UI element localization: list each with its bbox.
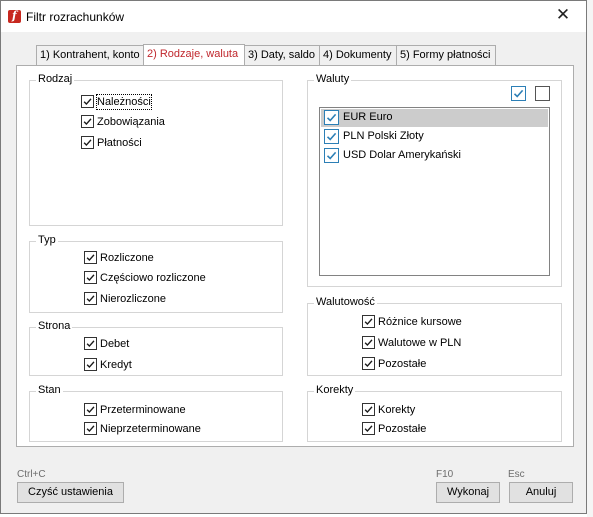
checkbox-box[interactable] bbox=[362, 422, 375, 435]
tab-daty-saldo[interactable]: 3) Daty, saldo bbox=[244, 45, 320, 65]
group-typ: Typ Rozliczone Częściowo rozliczone Nier… bbox=[29, 234, 283, 313]
checkbox-label: Debet bbox=[100, 338, 130, 350]
tab-panel: Rodzaj Należności Zobowiązania Płatności… bbox=[16, 65, 574, 447]
check-mark-icon bbox=[83, 139, 92, 147]
group-label-walutowosc: Walutowość bbox=[314, 296, 377, 308]
check-mark-icon bbox=[326, 113, 337, 122]
checkbox-box[interactable] bbox=[84, 251, 97, 264]
checkbox-box[interactable] bbox=[362, 357, 375, 370]
execute-shortcut-label: F10 bbox=[436, 469, 454, 480]
currency-item-pln[interactable]: PLN Polski Złoty bbox=[321, 128, 548, 146]
checkbox-label: Przeterminowane bbox=[100, 404, 186, 416]
background-strip bbox=[587, 0, 593, 517]
checkbox-box[interactable] bbox=[362, 315, 375, 328]
currency-item-usd[interactable]: USD Dolar Amerykański bbox=[321, 147, 548, 165]
check-mark-icon bbox=[86, 254, 95, 262]
checkbox-label: Zobowiązania bbox=[97, 116, 165, 128]
clear-shortcut-label: Ctrl+C bbox=[17, 469, 46, 480]
app-logo-icon bbox=[8, 9, 21, 23]
group-label-strona: Strona bbox=[36, 320, 73, 332]
group-label-stan: Stan bbox=[36, 384, 63, 396]
check-mark-icon bbox=[364, 360, 373, 368]
filter-dialog: Filtr rozrachunków ✕ 1) Kontrahent, kont… bbox=[0, 0, 587, 514]
select-all-currencies-checkbox[interactable] bbox=[511, 86, 526, 101]
checkbox-box[interactable] bbox=[81, 136, 94, 149]
group-stan: Stan Przeterminowane Nieprzeterminowane bbox=[29, 384, 283, 442]
currency-label: PLN Polski Złoty bbox=[343, 130, 424, 142]
check-mark-icon bbox=[83, 98, 92, 106]
checkbox-label: Kredyt bbox=[100, 359, 132, 371]
checkbox-box[interactable] bbox=[84, 271, 97, 284]
check-mark-icon bbox=[86, 274, 95, 282]
checkbox-label: Nieprzeterminowane bbox=[100, 423, 201, 435]
currency-list[interactable]: EUR Euro PLN Polski Złoty USD Dolar Amer… bbox=[319, 107, 550, 276]
check-mark-icon bbox=[364, 339, 373, 347]
check-mark-icon bbox=[86, 425, 95, 433]
check-mark-icon bbox=[364, 425, 373, 433]
check-mark-icon bbox=[326, 151, 337, 160]
check-mark-icon bbox=[364, 406, 373, 414]
group-label-korekty: Korekty bbox=[314, 384, 356, 396]
checkbox-box[interactable] bbox=[84, 292, 97, 305]
check-mark-icon bbox=[364, 318, 373, 326]
checkbox-label: Różnice kursowe bbox=[378, 316, 462, 328]
check-mark-icon bbox=[326, 132, 337, 141]
cancel-button[interactable]: Anuluj bbox=[509, 482, 573, 503]
title-bar: Filtr rozrachunków ✕ bbox=[1, 1, 586, 32]
group-rodzaj: Rodzaj Należności Zobowiązania Płatności bbox=[29, 73, 283, 226]
group-label-waluty: Waluty bbox=[314, 73, 352, 85]
tab-formy-platnosci[interactable]: 5) Formy płatności bbox=[396, 45, 496, 65]
checkbox-label: Częściowo rozliczone bbox=[100, 272, 206, 284]
checkbox-box[interactable] bbox=[84, 422, 97, 435]
checkbox-box[interactable] bbox=[362, 336, 375, 349]
group-label-rodzaj: Rodzaj bbox=[36, 73, 75, 85]
check-mark-icon bbox=[86, 295, 95, 303]
group-korekty: Korekty Korekty Pozostałe bbox=[307, 384, 562, 442]
checkbox-box[interactable] bbox=[84, 358, 97, 371]
checkbox-label: Płatności bbox=[97, 137, 142, 149]
checkbox-label: Pozostałe bbox=[378, 358, 427, 370]
currency-checkbox[interactable] bbox=[324, 129, 339, 144]
execute-button[interactable]: Wykonaj bbox=[436, 482, 500, 503]
check-mark-icon bbox=[86, 340, 95, 348]
window-title: Filtr rozrachunków bbox=[26, 10, 125, 24]
checkbox-label: Korekty bbox=[378, 404, 416, 416]
tab-dokumenty[interactable]: 4) Dokumenty bbox=[319, 45, 397, 65]
currency-item-eur[interactable]: EUR Euro bbox=[321, 109, 548, 127]
checkbox-box[interactable] bbox=[362, 403, 375, 416]
group-walutowosc: Walutowość Różnice kursowe Walutowe w PL… bbox=[307, 296, 562, 376]
currency-label: USD Dolar Amerykański bbox=[343, 149, 461, 161]
group-strona: Strona Debet Kredyt bbox=[29, 320, 283, 376]
checkbox-label: Pozostałe bbox=[378, 423, 427, 435]
currency-checkbox[interactable] bbox=[324, 148, 339, 163]
currency-checkbox[interactable] bbox=[324, 110, 339, 125]
checkbox-label: Należności bbox=[96, 94, 152, 110]
group-waluty: Waluty EUR Euro PLN Polski Złoty USD Dol… bbox=[307, 73, 562, 287]
currency-label: EUR Euro bbox=[343, 111, 393, 123]
clear-settings-button[interactable]: Czyść ustawienia bbox=[17, 482, 124, 503]
tab-kontrahent-konto[interactable]: 1) Kontrahent, konto bbox=[36, 45, 144, 65]
checkbox-box[interactable] bbox=[84, 337, 97, 350]
cancel-shortcut-label: Esc bbox=[508, 469, 525, 480]
checkbox-box[interactable] bbox=[84, 403, 97, 416]
group-label-typ: Typ bbox=[36, 234, 58, 246]
checkbox-box[interactable] bbox=[81, 95, 94, 108]
checkbox-label: Rozliczone bbox=[100, 252, 154, 264]
check-mark-icon bbox=[86, 361, 95, 369]
checkbox-box[interactable] bbox=[81, 115, 94, 128]
close-button[interactable]: ✕ bbox=[540, 1, 586, 32]
tab-rodzaje-waluta[interactable]: 2) Rodzaje, waluta bbox=[143, 44, 245, 66]
check-mark-icon bbox=[83, 118, 92, 126]
checkbox-label: Nierozliczone bbox=[100, 293, 167, 305]
check-mark-icon bbox=[513, 89, 524, 98]
clear-all-currencies-checkbox[interactable] bbox=[535, 86, 550, 101]
check-mark-icon bbox=[86, 406, 95, 414]
checkbox-label: Walutowe w PLN bbox=[378, 337, 462, 349]
